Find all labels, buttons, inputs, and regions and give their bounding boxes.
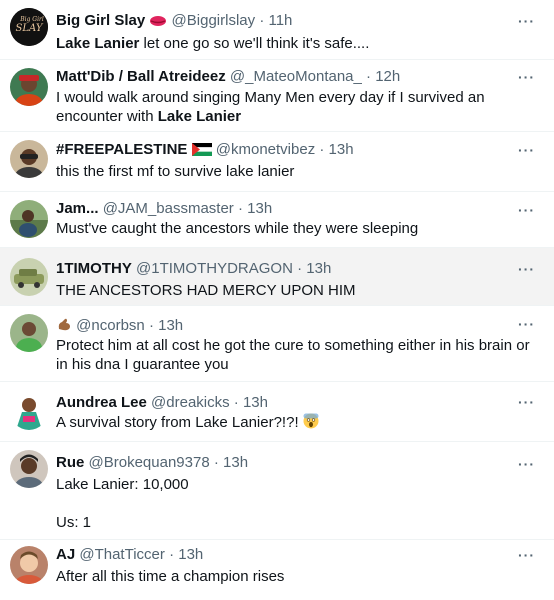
user-handle[interactable]: @kmonetvibez (216, 141, 315, 158)
tweet[interactable]: AJ @ThatTiccer · 13h ··· After all this … (0, 540, 554, 600)
tweet-text: Lake Lanier: 10,000 Us: 1 (56, 475, 536, 532)
tweet-header: @ncorbsn · 13h (56, 316, 183, 337)
svg-text:SLAY: SLAY (16, 23, 44, 34)
person-avatar[interactable] (10, 450, 48, 488)
tweet-header: Jam... @JAM_bassmaster · 13h (56, 200, 272, 218)
user-handle[interactable]: @ncorbsn (76, 317, 145, 334)
timestamp[interactable]: 13h (243, 394, 268, 411)
person-avatar[interactable] (10, 140, 48, 178)
tweet[interactable]: Rue @Brokequan9378 · 13h ··· Lake Lanier… (0, 442, 554, 540)
tweet[interactable]: Jam... @JAM_bassmaster · 13h ··· Must've… (0, 192, 554, 248)
display-name[interactable]: 1TIMOTHY (56, 260, 132, 277)
tweet-text: After all this time a champion rises (56, 567, 536, 586)
more-options-icon[interactable]: ··· (518, 14, 536, 28)
tweet-header: 1TIMOTHY @1TIMOTHYDRAGON · 13h (56, 260, 331, 278)
tweet[interactable]: SLAY Big Girl Big Girl Slay @Biggirlslay … (0, 0, 554, 60)
timestamp[interactable]: 13h (306, 260, 331, 277)
tweet[interactable]: Matt'Dib / Ball Atreideez @_MateoMontana… (0, 60, 554, 132)
person-avatar[interactable] (10, 314, 48, 352)
timestamp[interactable]: 12h (375, 68, 400, 85)
car-avatar[interactable] (10, 258, 48, 296)
tweet-header: Matt'Dib / Ball Atreideez @_MateoMontana… (56, 68, 400, 86)
tweet-text: Lake Lanier let one go so we'll think it… (56, 34, 536, 53)
timestamp[interactable]: 13h (329, 141, 354, 158)
tweet-feed: SLAY Big Girl Big Girl Slay @Biggirlslay … (0, 0, 554, 600)
tweet-text-rest: Protect him at all cost he got the cure … (56, 337, 530, 373)
timestamp[interactable]: 13h (178, 546, 203, 563)
tweet[interactable]: #FREEPALESTINE @kmonetvibez · 13h ··· th… (0, 132, 554, 192)
display-name[interactable]: Rue (56, 454, 84, 471)
more-options-icon[interactable]: ··· (518, 70, 536, 84)
more-options-icon[interactable]: ··· (518, 548, 536, 562)
tweet[interactable]: 1TIMOTHY @1TIMOTHYDRAGON · 13h ··· THE A… (0, 248, 554, 306)
separator-dot: · (169, 546, 175, 563)
tweet-text: this the first mf to survive lake lanier (56, 162, 536, 181)
tweet-header: #FREEPALESTINE @kmonetvibez · 13h (56, 141, 354, 161)
user-handle[interactable]: @1TIMOTHYDRAGON (136, 260, 293, 277)
slay-logo-avatar[interactable]: SLAY Big Girl (10, 8, 48, 46)
flexed-arm-emoji-icon (56, 316, 72, 337)
display-name[interactable]: #FREEPALESTINE (56, 141, 187, 158)
separator-dot: · (366, 68, 372, 85)
tweet-header: Aundrea Lee @dreakicks · 13h (56, 394, 268, 412)
user-handle[interactable]: @_MateoMontana_ (230, 68, 362, 85)
timestamp[interactable]: 13h (158, 317, 183, 334)
tweet-header: Rue @Brokequan9378 · 13h (56, 454, 248, 472)
separator-dot: · (148, 317, 154, 334)
tweet-text-rest: I would walk around singing Many Men eve… (56, 89, 485, 125)
tweet-text-line: Us: 1 (56, 514, 92, 531)
timestamp[interactable]: 13h (223, 454, 248, 471)
tweet-text-rest: let one go so we'll think it's safe.... (139, 35, 370, 52)
more-options-icon[interactable]: ··· (518, 457, 536, 471)
more-options-icon[interactable]: ··· (518, 143, 536, 157)
tweet-header: AJ @ThatTiccer · 13h (56, 546, 203, 564)
palestine-flag-icon (191, 143, 212, 161)
user-handle[interactable]: @JAM_bassmaster (103, 200, 234, 217)
tweet-text-rest: Must've caught the ancestors while they … (56, 220, 419, 237)
tweet-text: THE ANCESTORS HAD MERCY UPON HIM (56, 281, 536, 300)
tweet-text: A survival story from Lake Lanier?!?! (56, 413, 536, 434)
person-avatar[interactable] (10, 546, 48, 584)
display-name[interactable]: Aundrea Lee (56, 394, 147, 411)
timestamp[interactable]: 11h (268, 12, 292, 29)
display-name[interactable]: Matt'Dib / Ball Atreideez (56, 68, 226, 85)
user-handle[interactable]: @Brokequan9378 (89, 454, 210, 471)
tweet[interactable]: @ncorbsn · 13h ··· Protect him at all co… (0, 306, 554, 382)
tweet[interactable]: Aundrea Lee @dreakicks · 13h ··· A survi… (0, 382, 554, 442)
tweet-header: Big Girl Slay @Biggirlslay · 11h (56, 12, 292, 32)
separator-dot: · (237, 200, 243, 217)
tweet-text-rest: After all this time a champion rises (56, 568, 285, 585)
tweet-text-bold: Lake Lanier (157, 108, 242, 125)
svg-text:Big Girl: Big Girl (19, 16, 44, 23)
separator-dot: · (213, 454, 219, 471)
person-avatar[interactable] (10, 200, 48, 238)
screaming-face-emoji-icon (303, 413, 319, 434)
person-avatar[interactable] (10, 68, 48, 106)
display-name[interactable]: AJ (56, 546, 75, 563)
user-handle[interactable]: @Biggirlslay (172, 12, 256, 29)
tweet-text-rest: THE ANCESTORS HAD MERCY UPON HIM (56, 282, 356, 299)
more-options-icon[interactable]: ··· (518, 262, 536, 276)
tweet-text: Protect him at all cost he got the cure … (56, 336, 532, 374)
display-name[interactable]: Jam... (56, 200, 99, 217)
more-options-icon[interactable]: ··· (518, 203, 536, 217)
more-options-icon[interactable]: ··· (518, 395, 536, 409)
heart-lips-icon (149, 14, 167, 32)
separator-dot: · (233, 394, 239, 411)
separator-dot: · (297, 260, 303, 277)
tweet-text: Must've caught the ancestors while they … (56, 219, 536, 238)
user-handle[interactable]: @ThatTiccer (79, 546, 165, 563)
separator-dot: · (319, 141, 325, 158)
tweet-text-bold: Lake Lanier (56, 35, 140, 52)
display-name[interactable]: Big Girl Slay (56, 12, 145, 29)
tweet-text-rest: this the first mf to survive lake lanier (56, 163, 295, 180)
separator-dot: · (259, 12, 265, 29)
user-handle[interactable]: @dreakicks (151, 394, 230, 411)
tweet-text: I would walk around singing Many Men eve… (56, 88, 526, 126)
more-options-icon[interactable]: ··· (518, 317, 536, 331)
person-avatar[interactable] (10, 392, 48, 430)
tweet-text-rest: A survival story from Lake Lanier?!?! (56, 414, 303, 431)
tweet-text-line: Lake Lanier: 10,000 (56, 476, 189, 493)
timestamp[interactable]: 13h (247, 200, 272, 217)
